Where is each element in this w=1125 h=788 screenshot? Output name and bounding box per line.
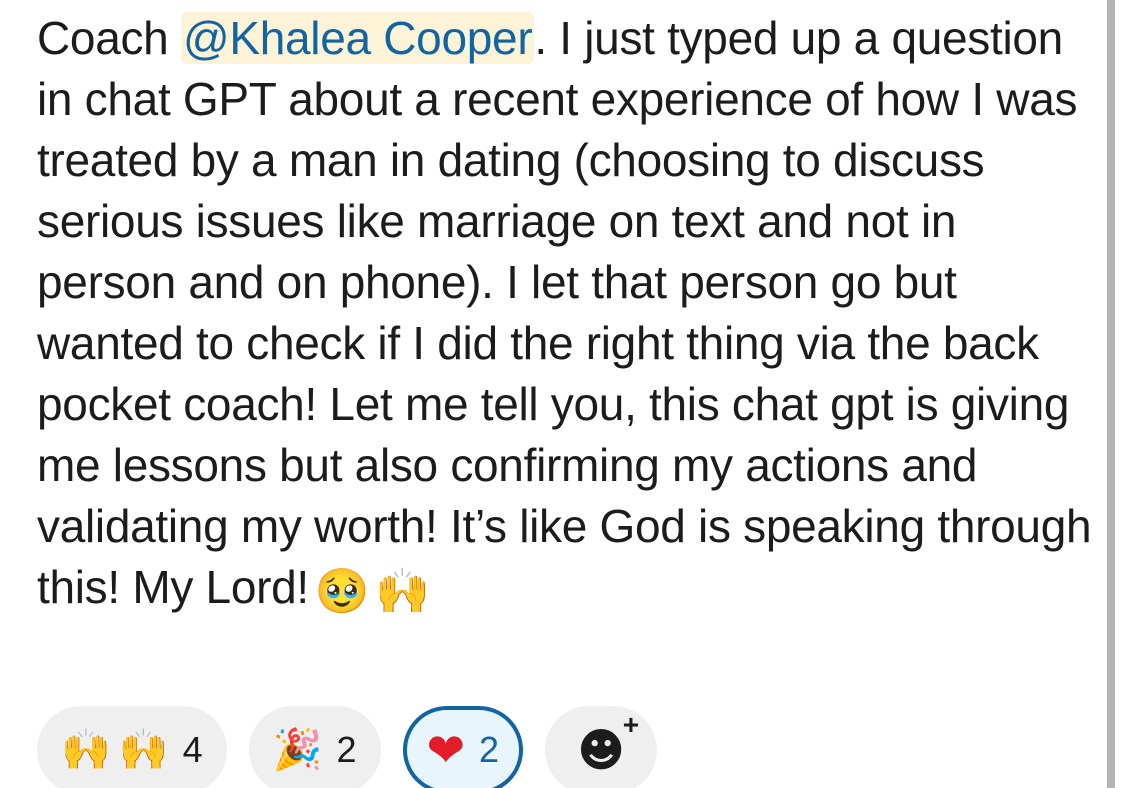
reaction-heart[interactable]: ❤ 2 [402, 706, 524, 788]
message-text: . I just typed up a question in chat GPT… [37, 12, 1092, 613]
raising-hands-icon: 🙌 [375, 566, 430, 617]
message-prefix: Coach [37, 12, 181, 64]
reaction-bar: 🙌 🙌 4 🎉 2 ❤ 2 ☻ + [37, 706, 658, 788]
raising-hands-dark-icon: 🙌 [61, 727, 111, 773]
heart-icon: ❤ [426, 723, 466, 777]
pleading-face-icon: 🥹 [314, 566, 370, 617]
reaction-count: 2 [479, 729, 500, 770]
add-reaction-button[interactable]: ☻ + [545, 706, 658, 788]
message-view: Coach @Khalea Cooper. I just typed up a … [0, 0, 1125, 788]
reaction-count: 2 [336, 729, 357, 770]
reaction-raising-hands[interactable]: 🙌 🙌 4 [37, 706, 227, 788]
reaction-party-popper[interactable]: 🎉 2 [248, 706, 381, 788]
party-popper-icon: 🎉 [272, 727, 323, 773]
scrollbar[interactable] [1107, 0, 1115, 788]
raising-hands-icon: 🙌 [118, 727, 169, 773]
message-body: Coach @Khalea Cooper. I just typed up a … [37, 8, 1097, 622]
add-reaction-icon: ☻ + [577, 709, 640, 777]
reaction-count: 4 [182, 729, 203, 770]
user-mention[interactable]: @Khalea Cooper [180, 12, 535, 64]
